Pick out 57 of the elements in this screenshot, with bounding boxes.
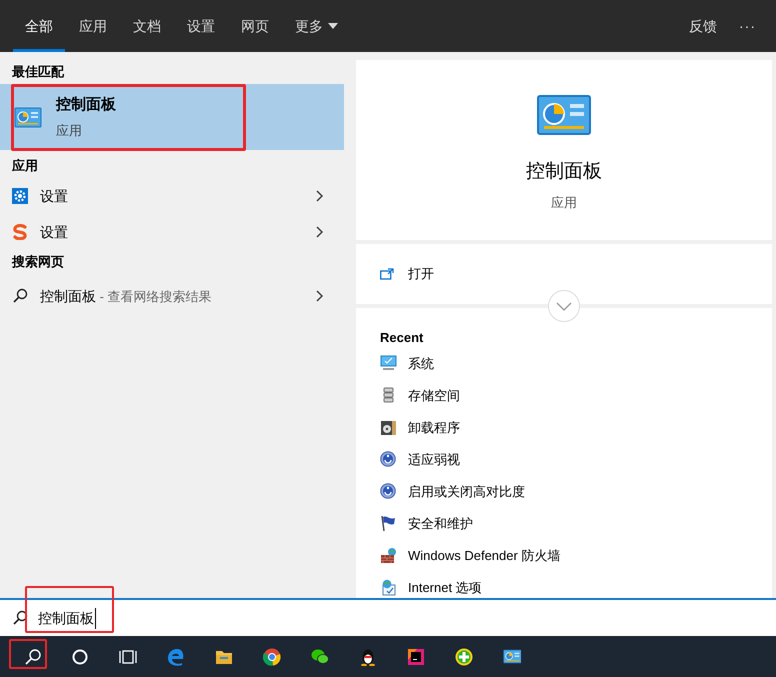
section-heading: 最佳匹配 [11,63,66,82]
accessibility-dial-icon [380,451,397,468]
section-heading: 搜索网页 [10,253,65,272]
recent-item[interactable]: 存储空间 [380,380,772,412]
filter-tab[interactable]: 网页 [228,0,282,52]
recent-item[interactable]: 系统 [380,348,772,380]
plus-badge-icon [455,648,473,666]
open-window-icon [380,268,394,280]
filter-tab[interactable]: 设置 [174,0,228,52]
monitor-icon [380,355,397,372]
globe-document-icon [380,579,397,596]
brick-wall-globe-icon [380,547,397,564]
open-button[interactable]: 打开 [380,264,772,284]
chevron-down-icon [556,302,572,310]
gear-icon [12,188,28,204]
disc-box-icon [380,419,397,436]
search-icon [12,288,28,304]
recent-item[interactable]: 适应弱视 [380,444,772,476]
section-heading: Recent [380,329,424,347]
recent-item[interactable]: Windows Defender 防火墙 [380,540,772,572]
detail-type: 应用 [551,194,577,212]
detail-title: 控制面板 [526,160,602,184]
feedback-button[interactable]: 反馈 [677,0,729,52]
control-panel-icon [14,105,42,129]
edge-icon [167,648,185,666]
letter-s-icon [12,224,28,240]
recent-item[interactable]: 卸载程序 [380,412,772,444]
control-panel-icon [503,648,521,666]
chevron-right-icon [316,226,324,238]
chat-bubbles-icon [311,648,329,666]
search-icon [12,610,28,626]
filter-tab[interactable]: 更多 [282,0,351,52]
best-match-item[interactable]: 控制面板 应用 [0,84,344,150]
filter-tab[interactable]: 文档 [120,0,174,52]
accessibility-dial-icon [380,483,397,500]
search-icon [23,648,41,666]
result-title: 控制面板 [56,95,116,115]
result-type: 应用 [56,122,83,140]
chrome-icon [263,648,281,666]
section-heading: 应用 [10,157,39,176]
penguin-icon [359,648,377,666]
web-result-item[interactable]: 控制面板 - 查看网络搜索结果 [0,274,344,318]
chevron-right-icon [316,190,324,202]
search-field[interactable]: 控制面板 [0,598,776,636]
task-view-icon [119,648,137,666]
app-result-item[interactable]: 设置 [0,214,344,250]
flag-icon [380,515,397,532]
app-result-item[interactable]: 设置 [0,178,344,214]
ide-logo-icon [407,648,425,666]
chevron-right-icon [316,290,324,302]
filter-tab[interactable]: 全部 [12,0,66,52]
recent-item[interactable]: Internet 选项 [380,572,772,598]
recent-item[interactable]: 启用或关闭高对比度 [380,476,772,508]
more-options-button[interactable]: ··· [729,0,766,52]
filter-tab[interactable]: 应用 [66,0,120,52]
recent-item[interactable]: 安全和维护 [380,508,772,540]
circle-icon [71,648,89,666]
